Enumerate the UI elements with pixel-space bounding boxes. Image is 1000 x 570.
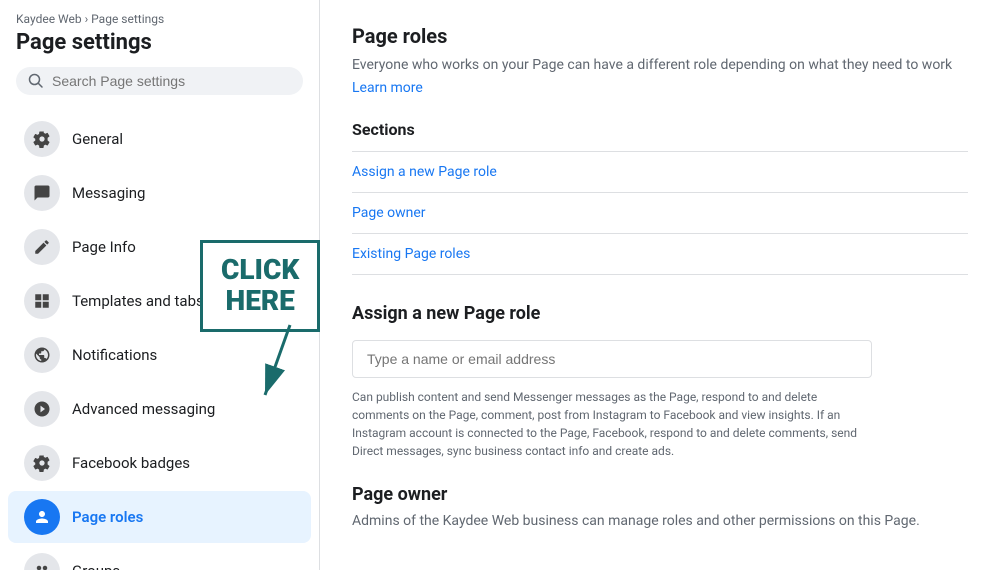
general-label: General [72, 130, 123, 148]
breadcrumb: Kaydee Web › Page settings [16, 12, 303, 26]
pencil-icon [24, 229, 60, 265]
page-roles-title: Page roles [352, 24, 968, 48]
role-desc: Can publish content and send Messenger m… [352, 388, 872, 460]
chat-icon [24, 175, 60, 211]
sidebar-item-groups[interactable]: Groups [8, 545, 311, 570]
sidebar-item-page-roles[interactable]: Page roles [8, 491, 311, 543]
sidebar-header: Kaydee Web › Page settings Page settings [0, 0, 319, 111]
page-info-label: Page Info [72, 238, 136, 256]
sidebar-item-facebook-badges[interactable]: Facebook badges [8, 437, 311, 489]
sidebar: Kaydee Web › Page settings Page settings… [0, 0, 320, 570]
page-roles-section: Page roles Everyone who works on your Pa… [352, 24, 968, 275]
sections-label: Sections [352, 116, 968, 139]
learn-more-link[interactable]: Learn more [352, 80, 968, 96]
assign-role-section: Assign a new Page role Can publish conte… [352, 303, 968, 460]
badge-icon [24, 445, 60, 481]
groups-label: Groups [72, 562, 120, 570]
messaging-label: Messaging [72, 184, 145, 202]
existing-page-roles-link[interactable]: Existing Page roles [352, 234, 968, 275]
assign-new-role-link[interactable]: Assign a new Page role [352, 152, 968, 193]
page-roles-label: Page roles [72, 508, 143, 526]
nav-list: General Messaging Page Info Templates an… [0, 111, 319, 570]
role-name-input[interactable] [352, 340, 872, 378]
search-icon [28, 73, 44, 89]
search-box [16, 67, 303, 95]
gear-icon [24, 121, 60, 157]
circle-down-icon [24, 391, 60, 427]
advanced-messaging-label: Advanced messaging [72, 400, 215, 418]
sidebar-item-notifications[interactable]: Notifications [8, 329, 311, 381]
person-icon [24, 499, 60, 535]
page-owner-title: Page owner [352, 484, 968, 505]
sidebar-item-messaging[interactable]: Messaging [8, 167, 311, 219]
breadcrumb-parent[interactable]: Kaydee Web [16, 12, 82, 26]
page-roles-desc: Everyone who works on your Page can have… [352, 56, 968, 76]
page-title: Page settings [16, 30, 303, 55]
search-input[interactable] [52, 73, 291, 89]
sidebar-item-page-info[interactable]: Page Info [8, 221, 311, 273]
page-owner-section: Page owner Admins of the Kaydee Web busi… [352, 484, 968, 529]
facebook-badges-label: Facebook badges [72, 454, 190, 472]
templates-tabs-label: Templates and tabs [72, 292, 204, 310]
page-owner-desc: Admins of the Kaydee Web business can ma… [352, 513, 968, 529]
grid-icon [24, 283, 60, 319]
groups-icon [24, 553, 60, 570]
main-content: Page roles Everyone who works on your Pa… [320, 0, 1000, 570]
globe-icon [24, 337, 60, 373]
assign-role-title: Assign a new Page role [352, 303, 968, 324]
page-owner-link[interactable]: Page owner [352, 193, 968, 234]
notifications-label: Notifications [72, 346, 157, 364]
sidebar-item-general[interactable]: General [8, 113, 311, 165]
sidebar-item-templates-tabs[interactable]: Templates and tabs [8, 275, 311, 327]
sidebar-item-advanced-messaging[interactable]: Advanced messaging [8, 383, 311, 435]
